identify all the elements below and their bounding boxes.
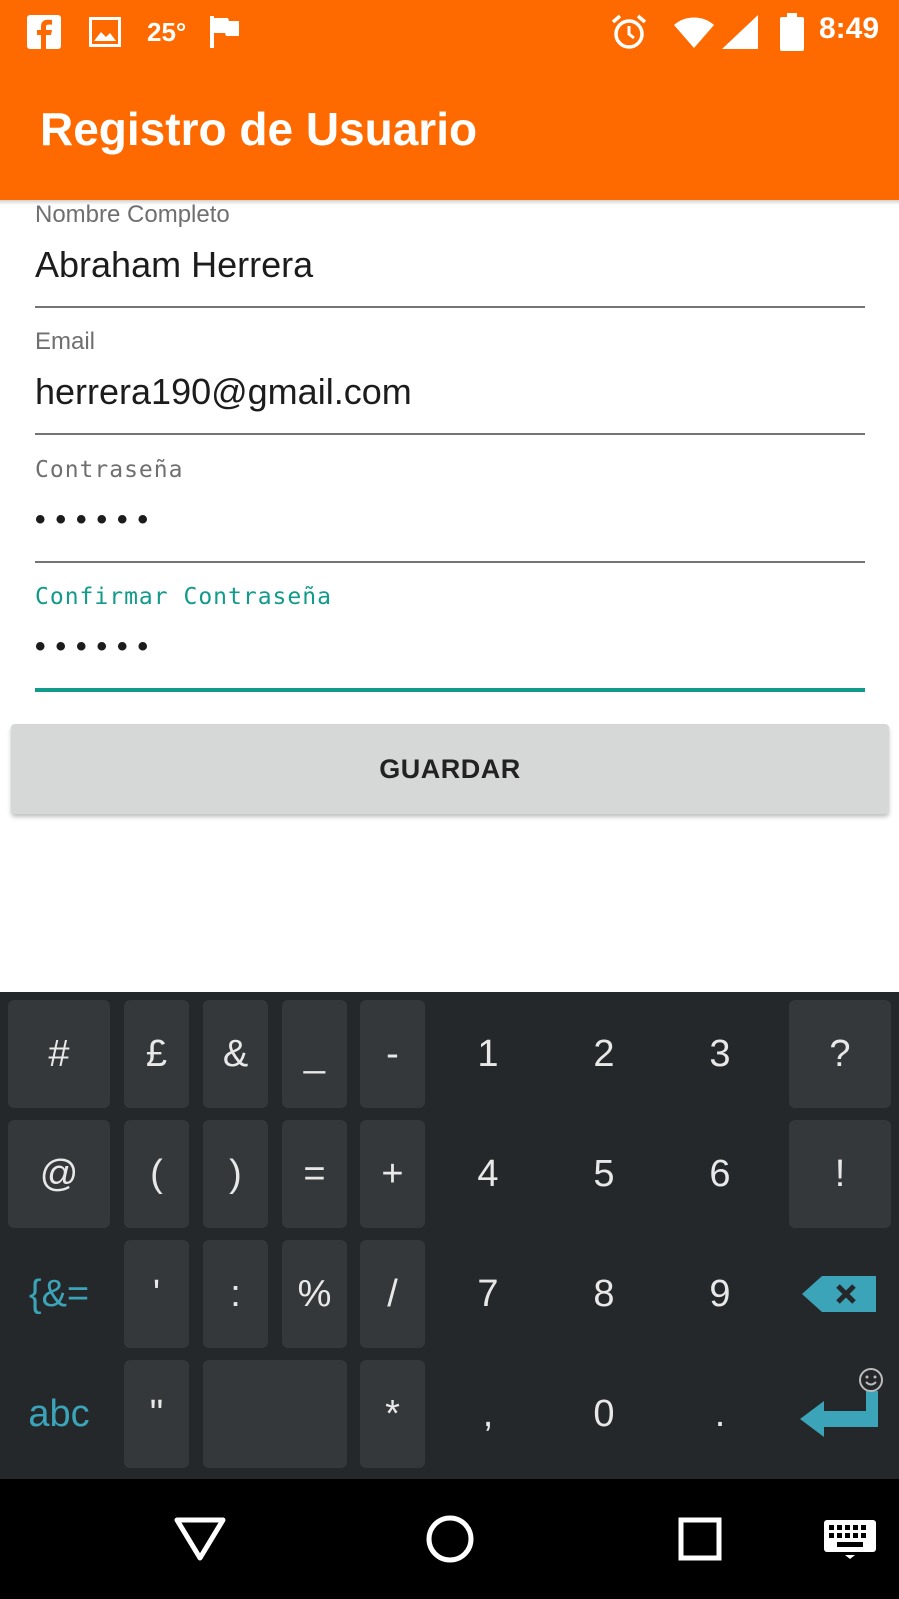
save-button[interactable]: GUARDAR <box>11 724 889 814</box>
password-underline <box>35 561 865 563</box>
wifi-icon <box>674 12 714 52</box>
key-hyphen[interactable]: - <box>360 1000 425 1108</box>
home-button[interactable] <box>410 1499 490 1579</box>
key-pound[interactable]: £ <box>124 1000 189 1108</box>
clock: 8:49 <box>818 12 879 45</box>
confirm-password-input[interactable]: •••••• <box>35 620 865 674</box>
battery-icon <box>780 12 804 52</box>
key-percent[interactable]: % <box>282 1240 347 1348</box>
status-bar: 25° 8:49 <box>0 0 899 64</box>
keyboard-icon <box>824 1520 876 1559</box>
key-open-paren[interactable]: ( <box>124 1120 189 1228</box>
backspace-key[interactable] <box>789 1240 891 1348</box>
alarm-icon <box>611 12 647 52</box>
recents-button[interactable] <box>660 1499 740 1579</box>
page-title: Registro de Usuario <box>40 103 478 155</box>
key-more-symbols[interactable]: {&= <box>8 1240 110 1348</box>
name-underline <box>35 306 865 308</box>
recents-icon <box>678 1517 722 1561</box>
email-input[interactable]: herrera190@gmail.com <box>35 365 865 419</box>
key-plus[interactable]: + <box>360 1120 425 1228</box>
facebook-icon <box>27 12 61 52</box>
password-label: Contraseña <box>35 457 184 483</box>
key-8[interactable]: 8 <box>548 1240 660 1348</box>
password-input[interactable]: •••••• <box>35 493 865 547</box>
confirm-password-field[interactable]: Confirmar Contraseña •••••• <box>35 582 865 692</box>
temperature: 25° <box>147 16 187 47</box>
key-2[interactable]: 2 <box>548 1000 660 1108</box>
image-icon <box>89 12 121 52</box>
key-9[interactable]: 9 <box>664 1240 776 1348</box>
signal-icon <box>722 12 758 52</box>
key-equals[interactable]: = <box>282 1120 347 1228</box>
confirm-password-label: Confirmar Contraseña <box>35 584 332 610</box>
navigation-bar <box>0 1479 899 1599</box>
name-field[interactable]: Nombre Completo Abraham Herrera <box>35 200 865 308</box>
key-comma[interactable]: , <box>432 1360 544 1468</box>
key-ampersand[interactable]: & <box>203 1000 268 1108</box>
email-underline <box>35 433 865 435</box>
flag-icon <box>210 12 240 52</box>
key-0[interactable]: 0 <box>548 1360 660 1468</box>
email-field[interactable]: Email herrera190@gmail.com <box>35 327 865 435</box>
name-input[interactable]: Abraham Herrera <box>35 238 865 292</box>
key-1[interactable]: 1 <box>432 1000 544 1108</box>
back-button[interactable] <box>160 1499 240 1579</box>
key-asterisk[interactable]: * <box>360 1360 425 1468</box>
confirm-password-underline <box>35 688 865 692</box>
home-icon <box>426 1515 474 1563</box>
key-colon[interactable]: : <box>203 1240 268 1348</box>
key-5[interactable]: 5 <box>548 1120 660 1228</box>
key-at[interactable]: @ <box>8 1120 110 1228</box>
key-7[interactable]: 7 <box>432 1240 544 1348</box>
key-underscore[interactable]: _ <box>282 1000 347 1108</box>
name-label: Nombre Completo <box>35 201 230 228</box>
key-exclamation[interactable]: ! <box>789 1120 891 1228</box>
space-key[interactable] <box>203 1360 347 1468</box>
key-3[interactable]: 3 <box>664 1000 776 1108</box>
back-icon <box>174 1517 226 1561</box>
key-apostrophe[interactable]: ' <box>124 1240 189 1348</box>
key-period[interactable]: . <box>664 1360 776 1468</box>
key-quote[interactable]: " <box>124 1360 189 1468</box>
key-abc[interactable]: abc <box>8 1360 110 1468</box>
key-6[interactable]: 6 <box>664 1120 776 1228</box>
keyboard: # £ & _ - 1 2 3 ? @ ( ) = + 4 5 6 ! {&= … <box>0 992 899 1479</box>
email-label: Email <box>35 328 96 355</box>
key-slash[interactable]: / <box>360 1240 425 1348</box>
key-4[interactable]: 4 <box>432 1120 544 1228</box>
emoji-icon[interactable] <box>858 1367 884 1398</box>
key-hash[interactable]: # <box>8 1000 110 1108</box>
key-close-paren[interactable]: ) <box>203 1120 268 1228</box>
app-bar: 25° 8:49 Registro de Usuario <box>0 0 899 200</box>
password-field[interactable]: Contraseña •••••• <box>35 455 865 563</box>
keyboard-switch-button[interactable] <box>810 1499 890 1579</box>
backspace-icon <box>802 1276 876 1312</box>
key-question[interactable]: ? <box>789 1000 891 1108</box>
